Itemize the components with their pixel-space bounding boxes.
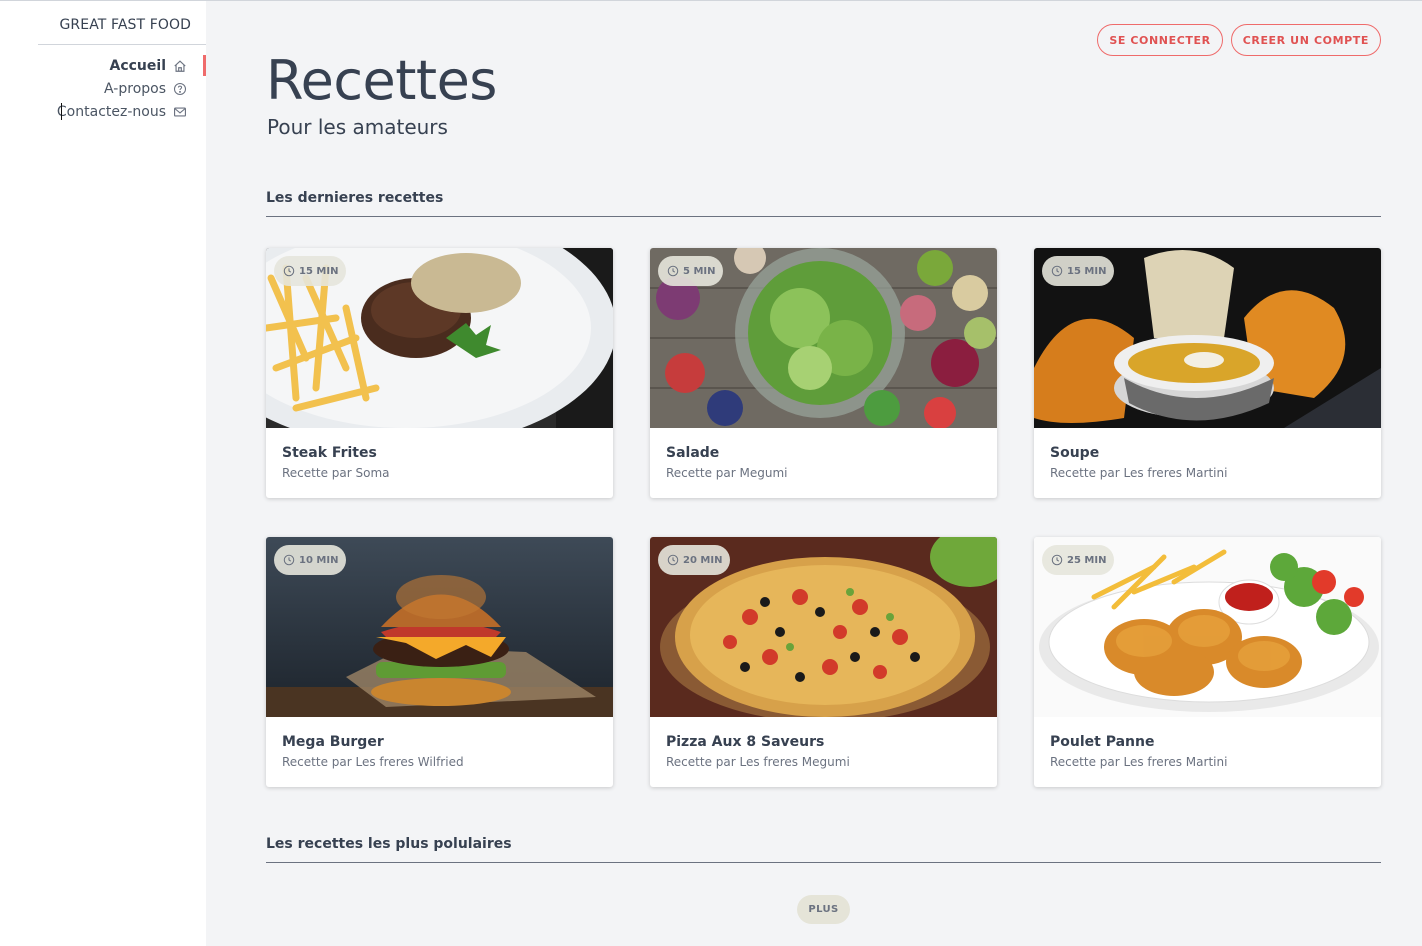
recipe-title: Steak Frites — [282, 445, 377, 461]
sidebar-nav: Accueil A-propos Contactez-nous — [38, 54, 206, 123]
recipe-card[interactable]: 25 MIN Poulet Panne Recette par Les frer… — [1034, 537, 1381, 787]
page-title: Recettes — [266, 49, 497, 112]
recipe-card[interactable]: 15 MIN Soupe Recette par Les freres Mart… — [1034, 248, 1381, 498]
steak-fries-image: 15 MIN — [266, 248, 613, 428]
clock-icon — [283, 265, 295, 277]
clock-icon — [1051, 265, 1063, 277]
recipe-title: Soupe — [1050, 445, 1100, 461]
recipe-author: Recette par Megumi — [666, 466, 788, 480]
soup-image: 15 MIN — [1034, 248, 1381, 428]
sidebar-item-label: A-propos — [104, 80, 166, 97]
home-icon — [173, 59, 187, 73]
recipe-title: Poulet Panne — [1050, 734, 1155, 750]
recipe-author: Recette par Les freres Martini — [1050, 466, 1228, 480]
time-label: 25 MIN — [1067, 554, 1107, 566]
time-badge: 15 MIN — [274, 256, 347, 286]
section-title-popular: Les recettes les plus polulaires — [266, 836, 1381, 863]
recipe-author: Recette par Les freres Wilfried — [282, 755, 464, 769]
recipe-author: Recette par Les freres Martini — [1050, 755, 1228, 769]
time-badge: 15 MIN — [1042, 256, 1115, 286]
recipe-grid: 15 MIN Steak Frites Recette par Soma 5 M… — [266, 248, 1381, 787]
login-button[interactable]: SE CONNECTER — [1097, 24, 1223, 56]
recipe-card[interactable]: 5 MIN Salade Recette par Megumi — [650, 248, 997, 498]
salad-image: 5 MIN — [650, 248, 997, 428]
clock-icon — [283, 554, 295, 566]
pizza-image: 20 MIN — [650, 537, 997, 717]
sidebar-item-label: Accueil — [109, 57, 167, 74]
clock-icon — [667, 554, 679, 566]
recipe-card[interactable]: 15 MIN Steak Frites Recette par Soma — [266, 248, 613, 498]
time-badge: 20 MIN — [658, 545, 731, 575]
time-badge: 5 MIN — [658, 256, 724, 286]
clock-icon — [1051, 554, 1063, 566]
recipe-author: Recette par Les freres Megumi — [666, 755, 850, 769]
recipe-card[interactable]: 10 MIN Mega Burger Recette par Les frere… — [266, 537, 613, 787]
recipe-title: Pizza Aux 8 Saveurs — [666, 734, 825, 750]
recipe-title: Salade — [666, 445, 720, 461]
clock-icon — [667, 265, 679, 277]
time-badge: 25 MIN — [1042, 545, 1115, 575]
sidebar-item-a-propos[interactable]: A-propos — [38, 77, 206, 100]
signup-button[interactable]: CREER UN COMPTE — [1230, 24, 1381, 56]
sidebar-item-contactez-nous[interactable]: Contactez-nous — [38, 100, 206, 123]
page-subtitle: Pour les amateurs — [267, 115, 448, 139]
sidebar-item-accueil[interactable]: Accueil — [38, 54, 206, 77]
time-label: 10 MIN — [299, 554, 339, 566]
time-label: 5 MIN — [683, 265, 716, 277]
question-circle-icon — [173, 82, 187, 96]
section-title-latest: Les dernieres recettes — [266, 190, 1381, 217]
recipe-author: Recette par Soma — [282, 466, 390, 480]
recipe-card[interactable]: 20 MIN Pizza Aux 8 Saveurs Recette par L… — [650, 537, 997, 787]
mail-icon — [173, 105, 187, 119]
more-button[interactable]: PLUS — [797, 895, 850, 924]
time-label: 15 MIN — [299, 265, 339, 277]
recipe-title: Mega Burger — [282, 734, 384, 750]
time-label: 20 MIN — [683, 554, 723, 566]
time-badge: 10 MIN — [274, 545, 347, 575]
fried-chicken-image: 25 MIN — [1034, 537, 1381, 717]
time-label: 15 MIN — [1067, 265, 1107, 277]
text-cursor — [61, 103, 62, 120]
sidebar: GREAT FAST FOOD Accueil A-propos Contact… — [0, 1, 206, 946]
burger-image: 10 MIN — [266, 537, 613, 717]
brand-logo[interactable]: GREAT FAST FOOD — [38, 17, 206, 45]
sidebar-item-label: Contactez-nous — [56, 103, 166, 120]
auth-actions: SE CONNECTER CREER UN COMPTE — [1097, 24, 1381, 56]
